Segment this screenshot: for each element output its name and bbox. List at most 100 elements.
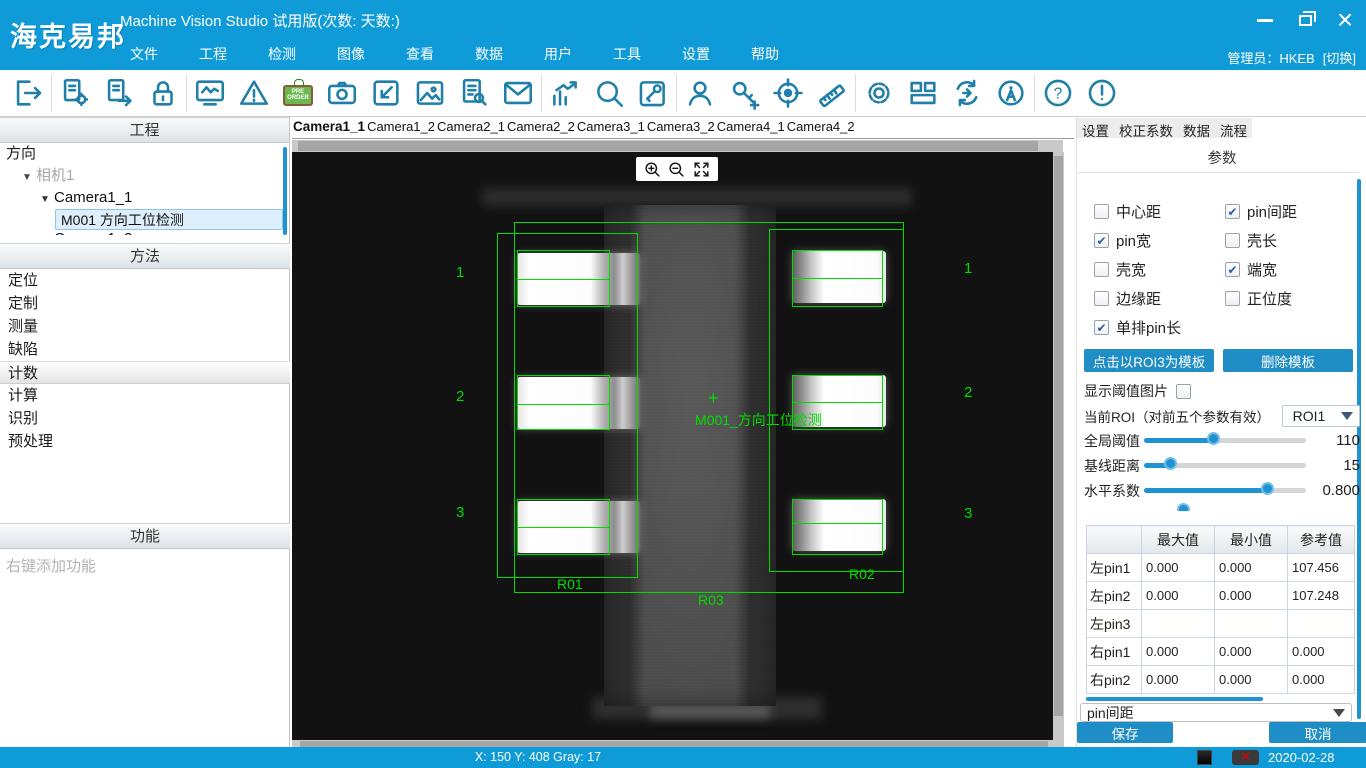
minimize-button[interactable] bbox=[1252, 8, 1278, 32]
param-checkbox-6[interactable]: 边缘距 bbox=[1094, 284, 1225, 313]
method-item-preprocess[interactable]: 预处理 bbox=[0, 430, 290, 453]
export-project-button[interactable] bbox=[97, 73, 141, 113]
help-button[interactable]: ? bbox=[1036, 73, 1080, 113]
tree-scrollbar[interactable] bbox=[283, 147, 287, 235]
param-checkbox-5[interactable]: 端宽 bbox=[1225, 255, 1352, 284]
ruler-measure-button[interactable] bbox=[810, 73, 854, 113]
zoom-out-icon[interactable] bbox=[667, 160, 686, 179]
user-button[interactable] bbox=[678, 73, 722, 113]
switch-user-link[interactable]: [切换] bbox=[1323, 48, 1356, 67]
menu-view[interactable]: 查看 bbox=[406, 44, 434, 64]
exit-button[interactable] bbox=[6, 73, 50, 113]
param-checkbox-1[interactable]: pin间距 bbox=[1225, 197, 1352, 226]
cancel-button[interactable]: 取消 bbox=[1269, 722, 1366, 743]
statistics-button[interactable] bbox=[543, 73, 587, 113]
clipped-slider[interactable] bbox=[1165, 503, 1205, 511]
table-row[interactable]: 右pin1 0.000 0.000 0.000 bbox=[1087, 638, 1355, 666]
table-horizontal-scrollbar[interactable] bbox=[1086, 697, 1263, 701]
baseline-distance-slider[interactable] bbox=[1144, 463, 1306, 468]
table-row[interactable]: 左pin1 0.000 0.000 107.456 bbox=[1087, 554, 1355, 582]
broadcast-button[interactable] bbox=[989, 73, 1033, 113]
set-roi3-template-button[interactable]: 点击以ROI3为模板 bbox=[1084, 349, 1214, 372]
key-permission-button[interactable] bbox=[722, 73, 766, 113]
method-item-defect[interactable]: 缺陷 bbox=[0, 338, 290, 361]
restore-button[interactable] bbox=[1292, 8, 1318, 32]
tab-camera3-2[interactable]: Camera3_2 bbox=[646, 117, 716, 138]
method-item-custom[interactable]: 定制 bbox=[0, 292, 290, 315]
tab-camera4-1[interactable]: Camera4_1 bbox=[716, 117, 786, 138]
result-type-dropdown[interactable]: pin间距 bbox=[1080, 703, 1352, 722]
delete-template-button[interactable]: 删除模板 bbox=[1223, 349, 1353, 372]
toolbox-button[interactable] bbox=[631, 73, 675, 113]
global-threshold-slider[interactable] bbox=[1144, 438, 1306, 443]
menu-image[interactable]: 图像 bbox=[337, 44, 365, 64]
menu-tools[interactable]: 工具 bbox=[613, 44, 641, 64]
scrollbar-thumb[interactable] bbox=[298, 141, 1038, 151]
method-item-locate[interactable]: 定位 bbox=[0, 269, 290, 292]
tree-item-direction[interactable]: 方向 bbox=[0, 143, 290, 165]
slider-knob[interactable] bbox=[1207, 432, 1220, 445]
method-item-measure[interactable]: 测量 bbox=[0, 315, 290, 338]
image-vertical-scrollbar[interactable] bbox=[1053, 152, 1064, 740]
menu-data[interactable]: 数据 bbox=[475, 44, 503, 64]
tab-camera2-2[interactable]: Camera2_2 bbox=[506, 117, 576, 138]
tab-settings[interactable]: 设置 bbox=[1077, 118, 1114, 138]
settings-button[interactable] bbox=[857, 73, 901, 113]
slider-knob[interactable] bbox=[1261, 482, 1274, 495]
status-error-icon[interactable]: ✕ bbox=[1232, 750, 1259, 765]
close-button[interactable]: × bbox=[1332, 8, 1358, 32]
sync-button[interactable] bbox=[945, 73, 989, 113]
menu-settings[interactable]: 设置 bbox=[682, 44, 710, 64]
tree-item-m001-selected[interactable]: M001 方向工位检测 bbox=[55, 209, 283, 230]
param-checkbox-8[interactable]: 单排pin长 bbox=[1094, 313, 1225, 342]
project-settings-button[interactable] bbox=[53, 73, 97, 113]
param-checkbox-2[interactable]: pin宽 bbox=[1094, 226, 1225, 255]
horizontal-coefficient-slider[interactable] bbox=[1144, 488, 1306, 493]
threshold-image-checkbox[interactable] bbox=[1176, 384, 1191, 399]
table-row[interactable]: 右pin2 0.000 0.000 0.000 bbox=[1087, 666, 1355, 694]
tab-data[interactable]: 数据 bbox=[1178, 118, 1215, 138]
image-canvas[interactable]: 1 2 3 1 2 3 + M001_方向工位检测 R01 R02 R03 bbox=[292, 152, 1053, 740]
tab-calibration[interactable]: 校正系数 bbox=[1114, 118, 1178, 138]
tree-item-clipped[interactable]: ▶Camera1_2 bbox=[0, 230, 290, 235]
target-calibrate-button[interactable] bbox=[766, 73, 810, 113]
monitor-button[interactable] bbox=[188, 73, 232, 113]
layout-button[interactable] bbox=[901, 73, 945, 113]
tree-item-camera-group[interactable]: ▼相机1 bbox=[0, 165, 290, 187]
tree-item-camera1-1[interactable]: ▼Camera1_1 bbox=[0, 187, 290, 209]
about-button[interactable] bbox=[1080, 73, 1124, 113]
search-button[interactable] bbox=[587, 73, 631, 113]
slider-knob[interactable] bbox=[1164, 457, 1177, 470]
mail-button[interactable] bbox=[496, 73, 540, 113]
method-item-count-selected[interactable]: 计数 bbox=[0, 361, 290, 384]
image-top-scrollbar[interactable] bbox=[292, 140, 1063, 152]
zoom-in-icon[interactable] bbox=[643, 160, 662, 179]
camera-capture-button[interactable] bbox=[320, 73, 364, 113]
menu-file[interactable]: 文件 bbox=[130, 44, 158, 64]
method-item-calculate[interactable]: 计算 bbox=[0, 384, 290, 407]
param-checkbox-7[interactable]: 正位度 bbox=[1225, 284, 1352, 313]
warning-button[interactable] bbox=[232, 73, 276, 113]
tab-camera1-1[interactable]: Camera1_1 bbox=[292, 117, 366, 138]
menu-help[interactable]: 帮助 bbox=[751, 44, 779, 64]
lock-button[interactable] bbox=[141, 73, 185, 113]
import-chart-button[interactable] bbox=[364, 73, 408, 113]
document-search-button[interactable] bbox=[452, 73, 496, 113]
fit-screen-icon[interactable] bbox=[692, 160, 711, 179]
param-checkbox-0[interactable]: 中心距 bbox=[1094, 197, 1225, 226]
menu-project[interactable]: 工程 bbox=[199, 44, 227, 64]
method-item-recognize[interactable]: 识别 bbox=[0, 407, 290, 430]
tab-camera1-2[interactable]: Camera1_2 bbox=[366, 117, 436, 138]
save-button[interactable]: 保存 bbox=[1077, 722, 1173, 743]
tab-camera4-2[interactable]: Camera4_2 bbox=[786, 117, 856, 138]
image-library-button[interactable] bbox=[408, 73, 452, 113]
table-row[interactable]: 左pin2 0.000 0.000 107.248 bbox=[1087, 582, 1355, 610]
scrollbar-thumb[interactable] bbox=[1054, 156, 1063, 716]
table-row[interactable]: 左pin3 bbox=[1087, 610, 1355, 638]
pre-order-button[interactable]: PRE ORDER bbox=[276, 73, 320, 113]
tab-camera2-1[interactable]: Camera2_1 bbox=[436, 117, 506, 138]
param-checkbox-4[interactable]: 壳宽 bbox=[1094, 255, 1225, 284]
menu-detect[interactable]: 检测 bbox=[268, 44, 296, 64]
tab-flow[interactable]: 流程 bbox=[1215, 118, 1252, 138]
status-square-icon[interactable] bbox=[1197, 750, 1212, 765]
